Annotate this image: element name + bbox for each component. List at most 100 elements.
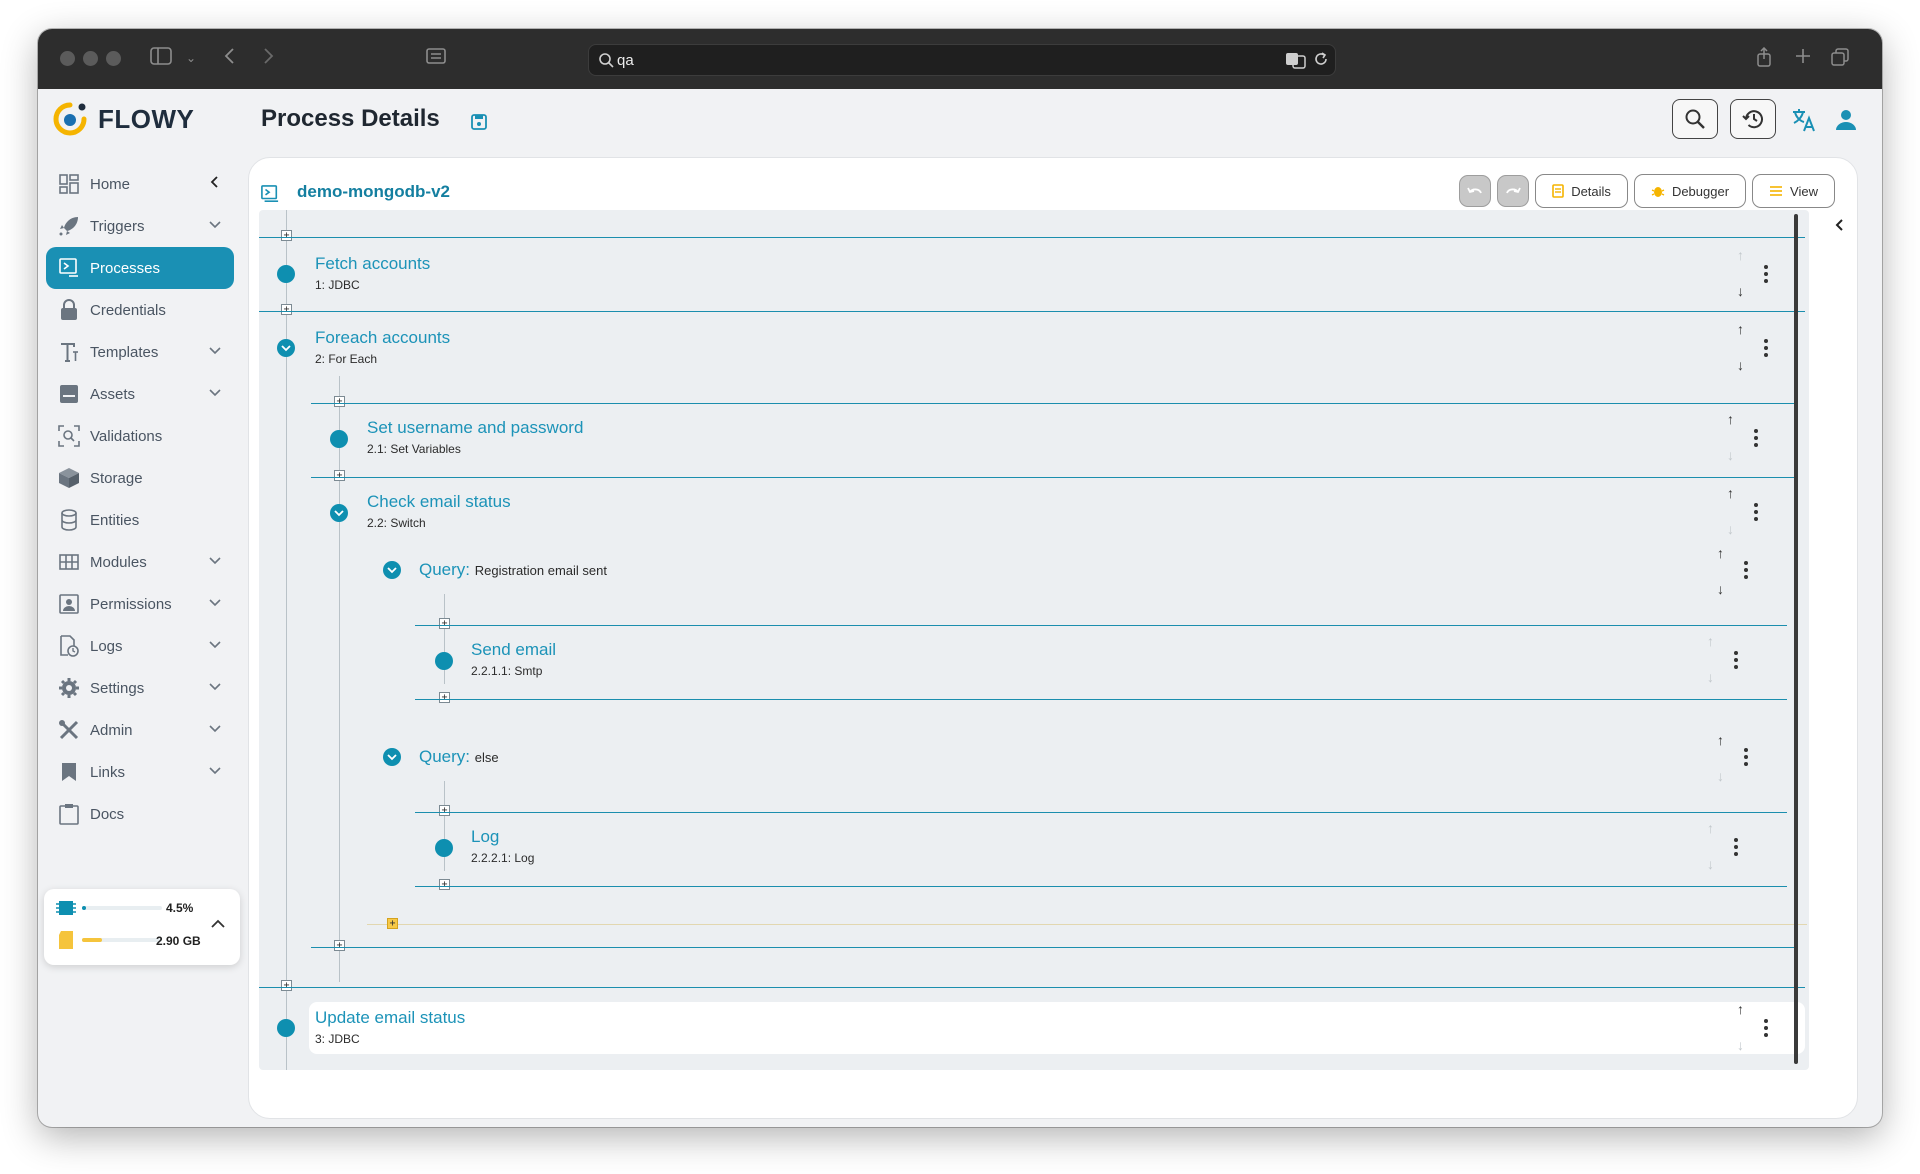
move-down-icon[interactable]: ↓: [1707, 670, 1714, 684]
sidebar-item-storage[interactable]: Storage: [46, 457, 234, 499]
step-node[interactable]: [277, 1019, 295, 1037]
user-account-icon[interactable]: [1835, 109, 1857, 136]
add-step-button[interactable]: +: [281, 980, 292, 991]
sidebar-item-validations[interactable]: Validations: [46, 415, 234, 457]
step-title[interactable]: Set username and password: [367, 418, 583, 438]
collapse-sidebar-icon[interactable]: [208, 175, 222, 189]
add-step-button[interactable]: +: [281, 230, 292, 241]
step-title[interactable]: Log: [471, 827, 499, 847]
sidebar-item-permissions[interactable]: Permissions: [46, 583, 234, 625]
add-step-button[interactable]: +: [439, 879, 450, 890]
move-down-icon[interactable]: ↓: [1717, 582, 1724, 596]
save-icon[interactable]: [471, 114, 487, 130]
sidebar-item-docs[interactable]: Docs: [46, 793, 234, 835]
sidebar-item-templates[interactable]: Templates: [46, 331, 234, 373]
translate-icon[interactable]: [1791, 107, 1817, 138]
move-down-icon[interactable]: ↓: [1737, 1038, 1744, 1052]
sidebar-item-processes[interactable]: Processes: [46, 247, 234, 289]
step-title[interactable]: Send email: [471, 640, 556, 660]
add-step-button[interactable]: +: [439, 692, 450, 703]
move-up-icon[interactable]: ↑: [1737, 1002, 1744, 1016]
history-button[interactable]: [1730, 99, 1776, 139]
step-title[interactable]: Fetch accounts: [315, 254, 430, 274]
sidebar-item-modules[interactable]: Modules: [46, 541, 234, 583]
sidebar-item-home[interactable]: Home: [46, 163, 234, 205]
canvas-scrollbar[interactable]: [1794, 214, 1798, 1064]
move-up-icon[interactable]: ↑: [1727, 486, 1734, 500]
forward-icon[interactable]: [262, 47, 274, 70]
add-step-button[interactable]: +: [439, 805, 450, 816]
step-node[interactable]: [435, 839, 453, 857]
sidebar-item-admin[interactable]: Admin: [46, 709, 234, 751]
sidebar-item-settings[interactable]: Settings: [46, 667, 234, 709]
address-bar[interactable]: qa: [588, 44, 1336, 76]
sidebar-item-logs[interactable]: Logs: [46, 625, 234, 667]
case-query[interactable]: Query: Registration email sent: [419, 560, 607, 580]
debugger-button[interactable]: Debugger: [1633, 174, 1747, 208]
more-options-icon[interactable]: [1754, 503, 1758, 521]
more-options-icon[interactable]: [1754, 429, 1758, 447]
add-case-button[interactable]: +: [387, 918, 398, 929]
search-button[interactable]: [1672, 99, 1718, 139]
move-up-icon[interactable]: ↑: [1707, 634, 1714, 648]
brand-logo[interactable]: FLOWY: [52, 101, 194, 137]
add-step-button[interactable]: +: [334, 396, 345, 407]
more-options-icon[interactable]: [1764, 1019, 1768, 1037]
sidebar-item-credentials[interactable]: Credentials: [46, 289, 234, 331]
share-icon[interactable]: [1756, 46, 1772, 72]
step-node[interactable]: [277, 265, 295, 283]
more-options-icon[interactable]: [1744, 561, 1748, 579]
add-step-button[interactable]: +: [334, 940, 345, 951]
expand-case-toggle[interactable]: [383, 561, 401, 579]
move-up-icon[interactable]: ↑: [1707, 821, 1714, 835]
window-controls[interactable]: [60, 51, 121, 66]
view-button[interactable]: View: [1752, 174, 1835, 208]
more-options-icon[interactable]: [1734, 651, 1738, 669]
step-node[interactable]: [330, 430, 348, 448]
more-options-icon[interactable]: [1764, 339, 1768, 357]
move-up-icon[interactable]: ↑: [1717, 546, 1724, 560]
move-up-icon[interactable]: ↑: [1737, 248, 1744, 262]
reload-icon[interactable]: [1313, 51, 1329, 71]
move-down-icon[interactable]: ↓: [1717, 769, 1724, 783]
add-step-button[interactable]: +: [334, 470, 345, 481]
add-step-button[interactable]: +: [281, 304, 292, 315]
expand-step-toggle[interactable]: [277, 339, 295, 357]
sidebar-item-triggers[interactable]: Triggers: [46, 205, 234, 247]
step-title[interactable]: Update email status: [315, 1008, 465, 1028]
add-step-button[interactable]: +: [439, 618, 450, 629]
more-options-icon[interactable]: [1734, 838, 1738, 856]
move-down-icon[interactable]: ↓: [1707, 857, 1714, 871]
expand-step-toggle[interactable]: [330, 504, 348, 522]
more-options-icon[interactable]: [1744, 748, 1748, 766]
undo-button[interactable]: [1459, 175, 1492, 207]
details-button[interactable]: Details: [1535, 174, 1628, 208]
sidebar-toggle-icon[interactable]: [150, 47, 172, 70]
sidebar-item-assets[interactable]: Assets: [46, 373, 234, 415]
step-node[interactable]: [435, 652, 453, 670]
chevron-down-icon[interactable]: ⌄: [186, 47, 196, 69]
move-up-icon[interactable]: ↑: [1737, 322, 1744, 336]
chevron-up-icon[interactable]: [210, 917, 226, 931]
tab-overview-icon[interactable]: [426, 47, 446, 70]
move-down-icon[interactable]: ↓: [1737, 284, 1744, 298]
move-down-icon[interactable]: ↓: [1727, 522, 1734, 536]
new-tab-icon[interactable]: [1794, 47, 1812, 70]
move-down-icon[interactable]: ↓: [1727, 448, 1734, 462]
sidebar-item-entities[interactable]: Entities: [46, 499, 234, 541]
expand-case-toggle[interactable]: [383, 748, 401, 766]
case-query[interactable]: Query: else: [419, 747, 499, 767]
step-title[interactable]: Check email status: [367, 492, 511, 512]
back-icon[interactable]: [224, 47, 236, 70]
more-options-icon[interactable]: [1764, 265, 1768, 283]
sidebar-item-links[interactable]: Links: [46, 751, 234, 793]
move-down-icon[interactable]: ↓: [1737, 358, 1744, 372]
step-card-selected[interactable]: [309, 1002, 1805, 1054]
move-up-icon[interactable]: ↑: [1727, 412, 1734, 426]
translate-page-icon[interactable]: [1285, 51, 1307, 73]
step-title[interactable]: Foreach accounts: [315, 328, 450, 348]
redo-button[interactable]: [1497, 175, 1530, 207]
tabs-icon[interactable]: [1830, 47, 1850, 72]
move-up-icon[interactable]: ↑: [1717, 733, 1724, 747]
collapse-right-panel-icon[interactable]: [1833, 218, 1847, 232]
